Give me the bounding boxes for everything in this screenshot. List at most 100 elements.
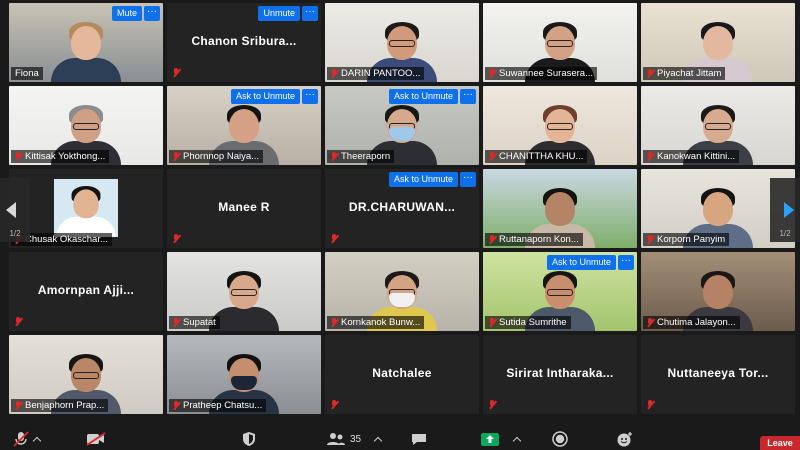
participant-tile[interactable]: Supatat <box>167 252 321 331</box>
participant-nameplate: Korporn Panyim <box>643 233 730 246</box>
prev-page-button[interactable]: 1/2 <box>0 178 30 242</box>
ask-to-unmute-button[interactable]: Ask to Unmute <box>388 89 458 104</box>
chevron-left-icon <box>6 202 16 218</box>
participant-nameplate: Kittisak Yokthong... <box>11 150 110 163</box>
mic-muted-icon <box>172 400 180 411</box>
profile-photo <box>54 179 118 237</box>
mute-button[interactable]: Mute <box>111 6 142 21</box>
participant-tile[interactable]: Kittisak Yokthong... <box>9 86 163 165</box>
participant-tile[interactable]: Kanokwan Kittini... <box>641 86 795 165</box>
participant-tile[interactable]: Nuttaneeya Tor... <box>641 335 795 414</box>
mic-muted-icon <box>172 234 180 244</box>
mic-muted-icon <box>330 234 338 244</box>
mic-muted-icon <box>646 234 654 245</box>
participant-name: Kanokwan Kittini... <box>657 151 736 162</box>
participant-name: Supatat <box>183 317 216 328</box>
more-options-icon[interactable]: ··· <box>460 172 476 187</box>
mic-muted-icon <box>14 151 22 162</box>
participant-tile[interactable]: Amornpan Ajji... <box>9 252 163 331</box>
participant-tile[interactable]: Kornkanok Bunw... <box>325 252 479 331</box>
ask-to-unmute-button[interactable]: Ask to Unmute <box>388 172 458 187</box>
participant-name: Chusak Okaschar... <box>25 234 108 245</box>
participant-name: Chanon Sribura... <box>191 34 297 48</box>
participant-tile[interactable]: Sirirat Intharaka... <box>483 335 637 414</box>
participant-silhouette <box>51 20 121 82</box>
participant-tile[interactable]: Natchalee <box>325 335 479 414</box>
participant-nameplate: Kanokwan Kittini... <box>643 150 740 163</box>
mic-muted-icon <box>488 234 496 245</box>
participant-name: Kornkanok Bunw... <box>341 317 421 328</box>
security-button[interactable] <box>242 431 256 447</box>
page-indicator-right: 1/2 <box>779 229 791 238</box>
mic-muted-icon <box>646 400 654 410</box>
mute-control[interactable] <box>12 431 42 447</box>
participants-icon <box>327 433 345 445</box>
mic-muted-icon <box>488 317 496 328</box>
more-options-icon[interactable]: ··· <box>302 89 318 104</box>
participant-tile[interactable]: DARIN PANTOO... <box>325 3 479 82</box>
more-options-icon[interactable]: ··· <box>144 6 160 21</box>
participant-name: Pratheep Chatsu... <box>183 400 263 411</box>
participant-tile[interactable]: Fiona Mute ··· <box>9 3 163 82</box>
unmute-button[interactable]: Unmute <box>258 6 300 21</box>
participant-nameplate: Ruttanaporn Kon... <box>485 233 583 246</box>
participant-name: Amornpan Ajji... <box>37 283 135 297</box>
participant-tile[interactable]: Benjaphorn Prap... <box>9 335 163 414</box>
participant-nameplate: DARIN PANTOO... <box>327 67 425 80</box>
share-options-chevron-icon[interactable] <box>512 436 522 445</box>
participant-tile[interactable]: Phornnop Naiya... Ask to Unmute ··· <box>167 86 321 165</box>
participant-name: Theeraporn <box>341 151 391 162</box>
participant-tile[interactable]: Theeraporn Ask to Unmute ··· <box>325 86 479 165</box>
mic-muted-icon <box>646 317 654 328</box>
participant-nameplate: Theeraporn <box>327 150 395 163</box>
participant-tile[interactable]: DR.CHARUWAN... Ask to Unmute ··· <box>325 169 479 248</box>
participant-tile[interactable]: Suwannee Surasera... <box>483 3 637 82</box>
participant-nameplate: Chutima Jalayon... <box>643 316 740 329</box>
meeting-toolbar: 35 Leave <box>0 428 800 450</box>
participant-name: DR.CHARUWAN... <box>348 200 456 214</box>
participant-name: Sutida Sumrithe <box>499 317 567 328</box>
participant-tile[interactable]: CHANITTHA KHU... <box>483 86 637 165</box>
participant-tile[interactable]: Sutida Sumrithe Ask to Unmute ··· <box>483 252 637 331</box>
security-shield-icon <box>243 432 255 446</box>
video-control[interactable] <box>86 431 106 447</box>
participant-tile[interactable]: Piyachat Jittam <box>641 3 795 82</box>
record-icon <box>552 431 568 447</box>
next-page-button[interactable]: 1/2 <box>770 178 800 242</box>
record-button[interactable] <box>552 431 568 447</box>
mic-muted-icon <box>488 400 496 410</box>
more-options-icon[interactable]: ··· <box>460 89 476 104</box>
participant-tile[interactable]: Ruttanaporn Kon... <box>483 169 637 248</box>
participant-tile[interactable]: Chusak Okaschar... <box>9 169 163 248</box>
participant-tile[interactable]: Manee R <box>167 169 321 248</box>
chat-button[interactable] <box>410 431 428 447</box>
participant-name: Suwannee Surasera... <box>499 68 594 79</box>
participant-nameplate: Piyachat Jittam <box>643 67 726 80</box>
participants-chevron-icon[interactable] <box>373 436 383 445</box>
chevron-right-icon <box>784 202 794 218</box>
mic-muted-icon <box>172 68 180 78</box>
ask-to-unmute-button[interactable]: Ask to Unmute <box>230 89 300 104</box>
participant-name: CHANITTHA KHU... <box>499 151 584 162</box>
participant-name: Korporn Panyim <box>657 234 726 245</box>
more-options-icon[interactable]: ··· <box>618 255 634 270</box>
share-screen-button[interactable] <box>480 431 522 447</box>
participant-name: Sirirat Intharaka... <box>506 366 614 380</box>
participant-name: Benjaphorn Prap... <box>25 400 105 411</box>
participants-button[interactable]: 35 <box>326 431 383 447</box>
participant-name: Phornnop Naiya... <box>183 151 260 162</box>
reactions-button[interactable] <box>616 431 634 447</box>
leave-button[interactable]: Leave <box>760 436 800 450</box>
mic-muted-icon <box>13 431 29 447</box>
mute-options-chevron-icon[interactable] <box>32 436 42 445</box>
mic-muted-icon <box>172 151 180 162</box>
participant-name: Nuttaneeya Tor... <box>667 366 769 380</box>
participant-silhouette <box>56 184 116 237</box>
more-options-icon[interactable]: ··· <box>302 6 318 21</box>
ask-to-unmute-button[interactable]: Ask to Unmute <box>546 255 616 270</box>
participant-tile[interactable]: Chanon Sribura... Unmute ··· <box>167 3 321 82</box>
participant-tile[interactable]: Chutima Jalayon... <box>641 252 795 331</box>
tile-controls: Ask to Unmute ··· <box>230 89 318 104</box>
mic-muted-icon <box>330 400 338 410</box>
participant-tile[interactable]: Pratheep Chatsu... <box>167 335 321 414</box>
